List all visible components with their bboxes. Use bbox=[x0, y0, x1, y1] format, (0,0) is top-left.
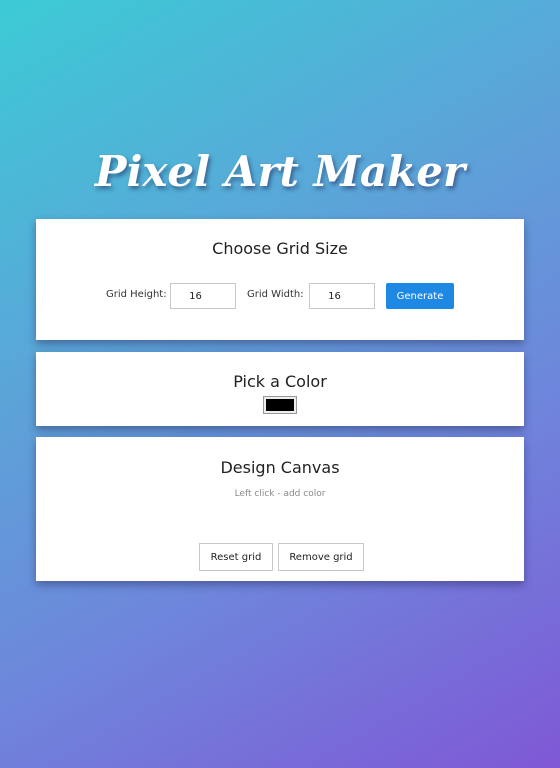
remove-grid-button[interactable]: Remove grid bbox=[278, 543, 364, 571]
color-picker-heading: Pick a Color bbox=[233, 372, 327, 391]
grid-width-input[interactable] bbox=[309, 283, 375, 309]
grid-size-panel: Choose Grid Size Grid Height: Grid Width… bbox=[36, 219, 524, 340]
selected-color-swatch bbox=[266, 399, 294, 411]
grid-size-form: Grid Height: Grid Width: Generate bbox=[36, 283, 524, 309]
color-picker-input[interactable] bbox=[263, 396, 297, 414]
reset-grid-button[interactable]: Reset grid bbox=[199, 543, 273, 571]
grid-height-input[interactable] bbox=[170, 283, 236, 309]
design-canvas-panel: Design Canvas Left click - add color Res… bbox=[36, 437, 524, 581]
color-picker-panel: Pick a Color bbox=[36, 352, 524, 426]
grid-height-label: Grid Height: bbox=[106, 289, 167, 300]
design-canvas-heading: Design Canvas bbox=[220, 458, 340, 477]
grid-size-heading: Choose Grid Size bbox=[212, 239, 348, 258]
canvas-hint: Left click - add color bbox=[234, 489, 326, 499]
grid-width-label: Grid Width: bbox=[247, 289, 304, 300]
page-title: Pixel Art Maker bbox=[94, 147, 466, 196]
generate-button[interactable]: Generate bbox=[386, 283, 454, 309]
